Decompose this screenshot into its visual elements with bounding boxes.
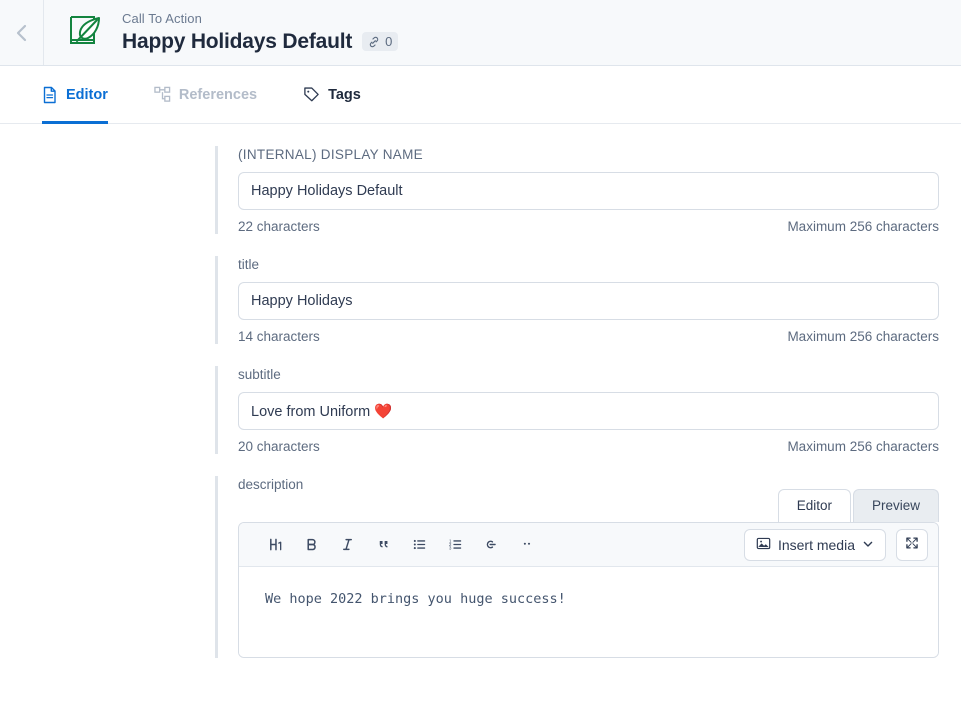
subtitle-char-count: 20 characters xyxy=(238,439,320,454)
display-name-char-count: 22 characters xyxy=(238,219,320,234)
description-tab-editor[interactable]: Editor xyxy=(778,489,851,522)
field-subtitle-label: subtitle xyxy=(238,366,939,383)
title-char-count: 14 characters xyxy=(238,329,320,344)
description-mode-tabs: Editor Preview xyxy=(778,489,939,522)
markdown-toolbar: 1 2 3 xyxy=(239,523,938,567)
header-text: Call To Action Happy Holidays Default 0 xyxy=(122,11,398,54)
subtitle-max-chars: Maximum 256 characters xyxy=(787,439,939,454)
insert-media-button[interactable]: Insert media xyxy=(744,529,886,561)
field-display-name-meta: 22 characters Maximum 256 characters xyxy=(238,219,939,234)
bold-icon[interactable] xyxy=(293,530,329,560)
link-count-value: 0 xyxy=(385,34,392,49)
editor-content: (INTERNAL) DISPLAY NAME 22 characters Ma… xyxy=(0,124,961,710)
image-icon xyxy=(756,536,771,554)
entry-type-label: Call To Action xyxy=(122,11,398,27)
title-max-chars: Maximum 256 characters xyxy=(787,329,939,344)
fullscreen-icon xyxy=(905,536,919,553)
chevron-left-icon xyxy=(14,21,30,45)
chevron-down-icon xyxy=(862,537,874,553)
field-description: description Editor Preview xyxy=(215,476,939,658)
heading-icon[interactable] xyxy=(257,530,293,560)
title-input[interactable] xyxy=(238,282,939,320)
field-title: title 14 characters Maximum 256 characte… xyxy=(215,256,939,344)
code-icon[interactable] xyxy=(509,530,545,560)
tag-icon xyxy=(303,86,320,103)
bullet-list-icon[interactable] xyxy=(401,530,437,560)
sitemap-icon xyxy=(154,86,171,103)
field-subtitle: subtitle 20 characters Maximum 256 chara… xyxy=(215,366,939,454)
document-icon xyxy=(42,86,58,104)
tab-editor-label: Editor xyxy=(66,87,108,103)
tab-editor[interactable]: Editor xyxy=(42,66,126,123)
title-row: Happy Holidays Default 0 xyxy=(122,29,398,54)
header-main: Call To Action Happy Holidays Default 0 xyxy=(44,0,398,65)
field-title-label: title xyxy=(238,256,939,273)
description-header: description Editor Preview xyxy=(238,476,939,522)
display-name-input[interactable] xyxy=(238,172,939,210)
tab-tags-label: Tags xyxy=(328,87,361,103)
tab-bar: Editor References Tags xyxy=(0,66,961,124)
quote-icon[interactable] xyxy=(365,530,401,560)
display-name-max-chars: Maximum 256 characters xyxy=(787,219,939,234)
fullscreen-button[interactable] xyxy=(896,529,928,561)
link-icon[interactable] xyxy=(473,530,509,560)
link-count-badge[interactable]: 0 xyxy=(362,32,398,51)
numbered-list-icon[interactable]: 1 2 3 xyxy=(437,530,473,560)
field-subtitle-meta: 20 characters Maximum 256 characters xyxy=(238,439,939,454)
tab-tags[interactable]: Tags xyxy=(303,66,379,123)
description-tab-preview[interactable]: Preview xyxy=(853,489,939,522)
uniform-leaf-logo xyxy=(68,14,106,52)
page-title: Happy Holidays Default xyxy=(122,29,352,54)
app-header: Call To Action Happy Holidays Default 0 xyxy=(0,0,961,66)
back-button[interactable] xyxy=(0,0,44,65)
field-description-label: description xyxy=(238,476,303,493)
markdown-textarea[interactable]: We hope 2022 brings you huge success! xyxy=(239,567,938,657)
markdown-editor: 1 2 3 xyxy=(238,522,939,658)
tab-references[interactable]: References xyxy=(154,66,275,123)
field-title-meta: 14 characters Maximum 256 characters xyxy=(238,329,939,344)
italic-icon[interactable] xyxy=(329,530,365,560)
form-column: (INTERNAL) DISPLAY NAME 22 characters Ma… xyxy=(215,124,939,658)
subtitle-input[interactable] xyxy=(238,392,939,430)
svg-text:3: 3 xyxy=(448,545,451,550)
field-display-name: (INTERNAL) DISPLAY NAME 22 characters Ma… xyxy=(215,146,939,234)
tab-references-label: References xyxy=(179,87,257,103)
field-display-name-label: (INTERNAL) DISPLAY NAME xyxy=(238,146,939,163)
link-icon xyxy=(367,35,381,49)
insert-media-label: Insert media xyxy=(778,537,855,553)
